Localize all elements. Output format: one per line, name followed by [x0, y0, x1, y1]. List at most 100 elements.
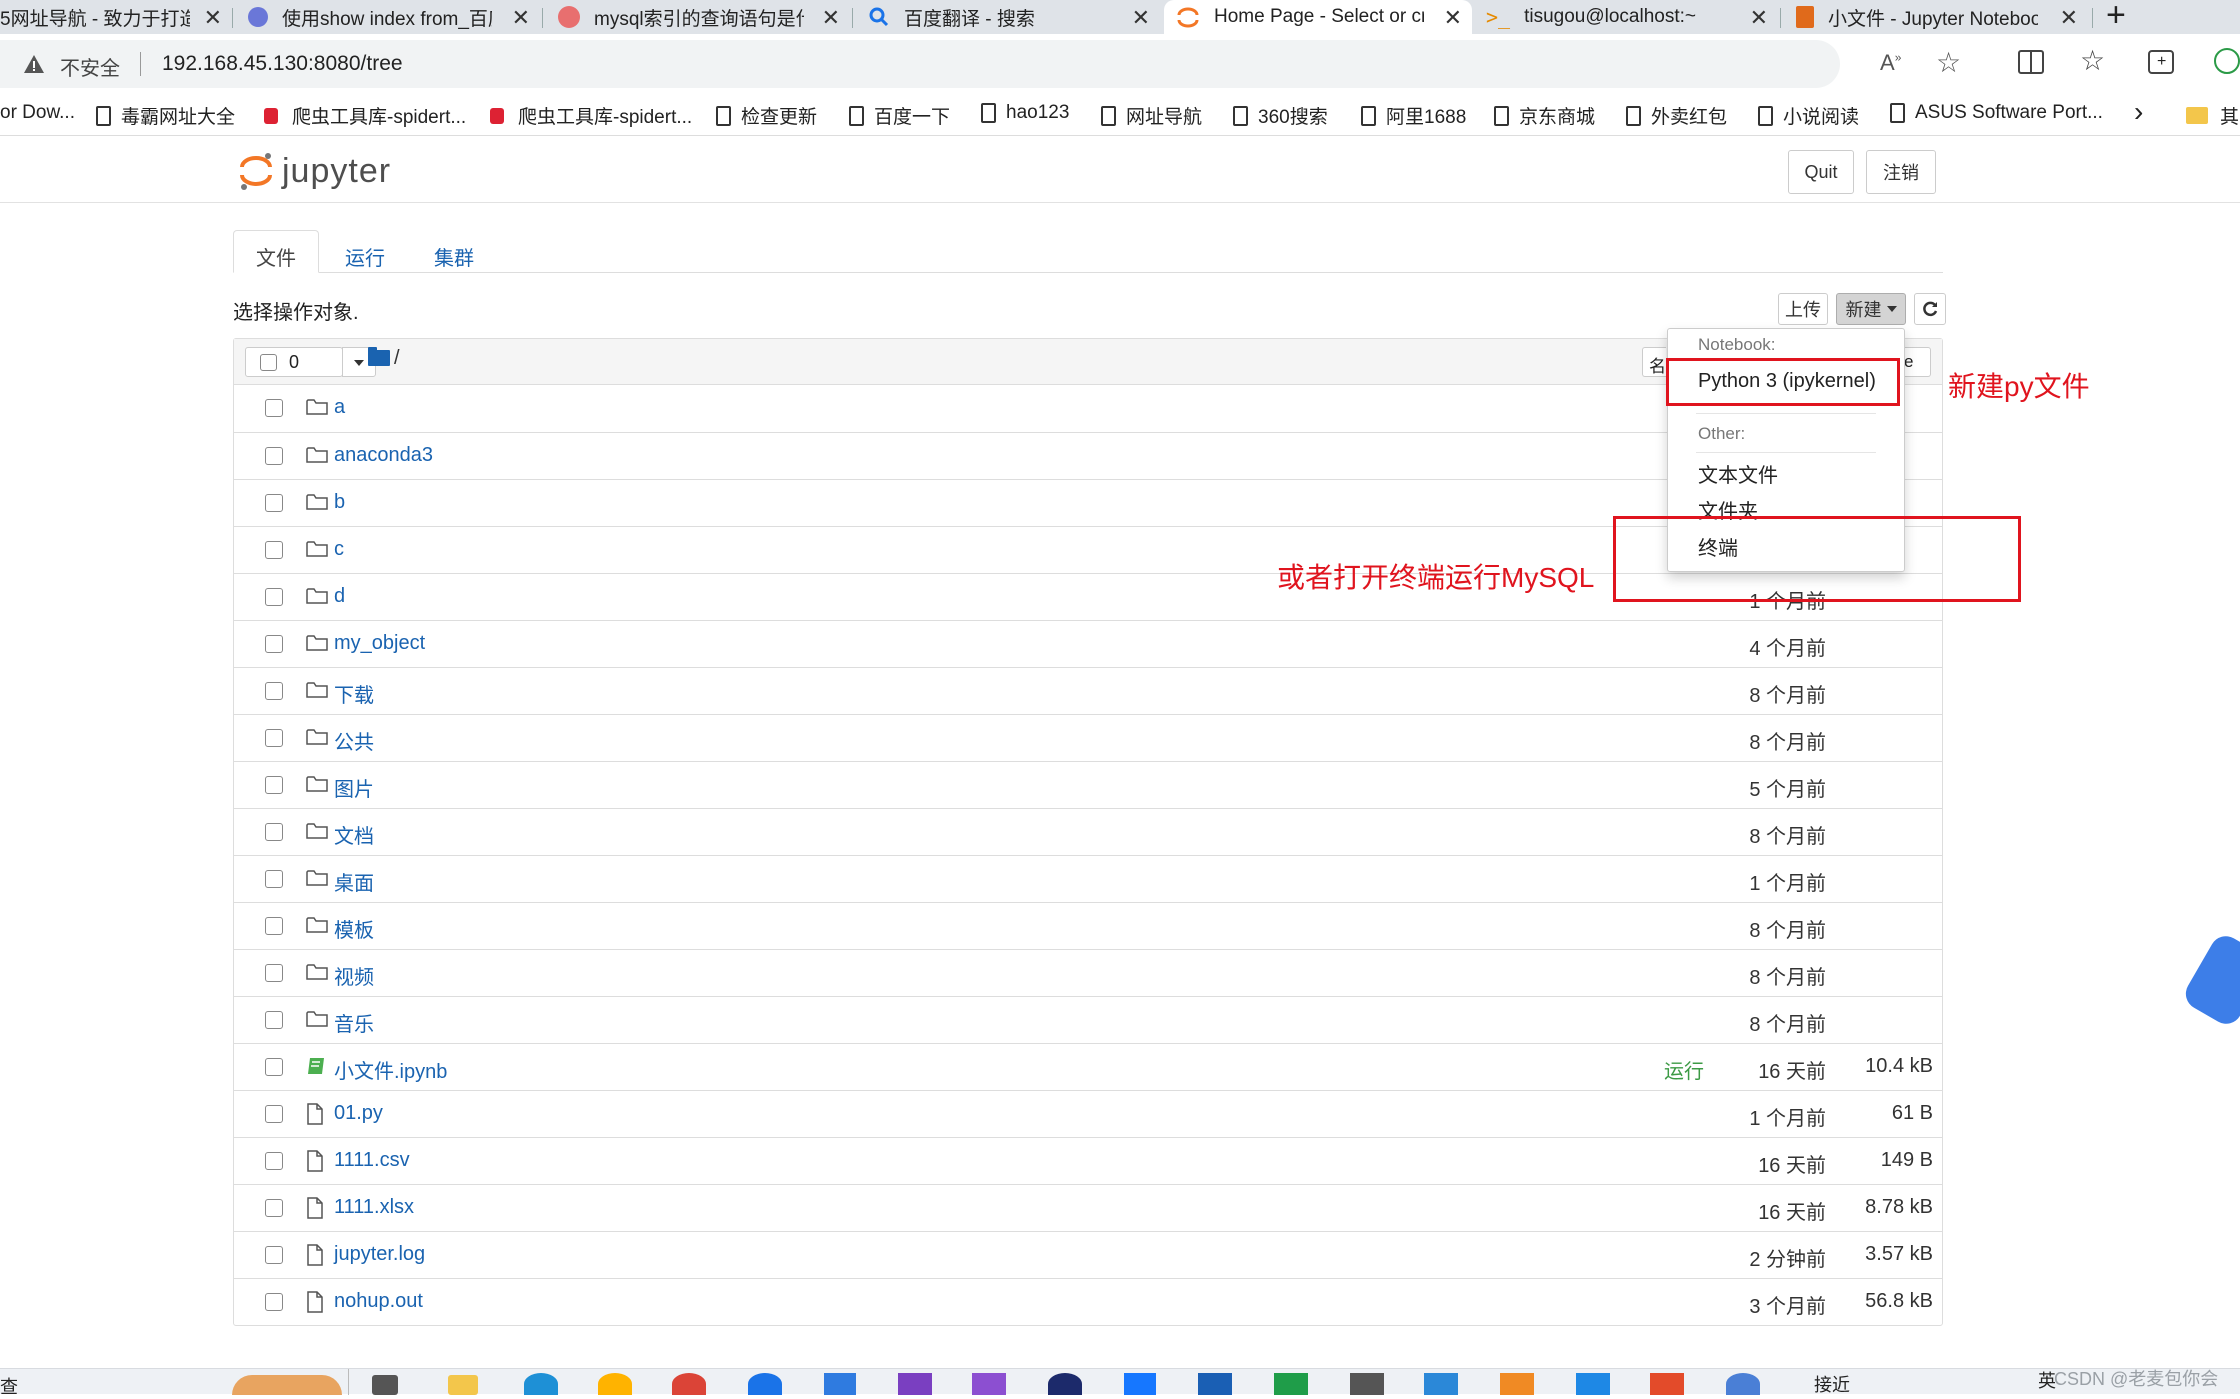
file-row[interactable]: 1111.csv 16 天前 149 B	[233, 1137, 1943, 1184]
file-name-link[interactable]: 1111.xlsx	[334, 1196, 414, 1219]
file-row[interactable]: jupyter.log 2 分钟前 3.57 kB	[233, 1231, 1943, 1278]
file-row[interactable]: 公共 8 个月前	[233, 714, 1943, 761]
browser-tab-7[interactable]: 小文件 - Jupyter Notebook ✕	[1788, 0, 2088, 34]
row-checkbox[interactable]	[265, 1058, 283, 1076]
file-row[interactable]: nohup.out 3 个月前 56.8 kB	[233, 1278, 1943, 1325]
select-all-control[interactable]: 0	[245, 347, 343, 377]
file-row[interactable]: 桌面 1 个月前	[233, 855, 1943, 902]
file-name-link[interactable]: 视频	[334, 961, 374, 990]
file-name-link[interactable]: 模板	[334, 914, 374, 943]
visual-studio-icon[interactable]	[972, 1373, 1006, 1395]
quit-button[interactable]: Quit	[1788, 150, 1854, 194]
browser-tab-6[interactable]: >_ tisugou@localhost:~ ✕	[1478, 0, 1778, 34]
sort-size-button[interactable]: e	[1901, 347, 1931, 377]
file-row[interactable]: 01.py 1 个月前 61 B	[233, 1090, 1943, 1137]
close-icon[interactable]: ✕	[1750, 5, 1768, 31]
bookmark-item[interactable]: hao123	[981, 102, 1069, 124]
row-checkbox[interactable]	[265, 635, 283, 653]
bookmark-item[interactable]: 爬虫工具库-spidert...	[490, 102, 692, 129]
row-checkbox[interactable]	[265, 1293, 283, 1311]
security-label[interactable]: 不安全	[60, 52, 120, 81]
file-name-link[interactable]: 小文件.ipynb	[334, 1055, 447, 1084]
bookmarks-more-chevron-icon[interactable]: ›	[2134, 96, 2143, 128]
tab-running[interactable]: 运行	[345, 242, 385, 271]
sort-name-button[interactable]: 名	[1642, 347, 1666, 377]
favorite-star-icon[interactable]: ☆	[1936, 46, 1961, 79]
select-all-checkbox[interactable]	[260, 354, 277, 371]
app-icon[interactable]	[1198, 1373, 1232, 1395]
file-name-link[interactable]: 01.py	[334, 1102, 383, 1125]
app-icon[interactable]	[1350, 1373, 1384, 1395]
menu-item-text-file[interactable]: 文本文件	[1698, 459, 1778, 488]
file-name-link[interactable]: a	[334, 396, 345, 419]
row-checkbox[interactable]	[265, 870, 283, 888]
upload-button[interactable]: 上传	[1778, 293, 1828, 325]
browser-tab-4[interactable]: 百度翻译 - 搜索 ✕	[860, 0, 1160, 34]
file-name-link[interactable]: 公共	[334, 726, 374, 755]
file-row[interactable]: 下载 8 个月前	[233, 667, 1943, 714]
excel-icon[interactable]	[1274, 1373, 1308, 1395]
file-name-link[interactable]: c	[334, 538, 344, 561]
favorites-icon[interactable]: ☆	[2080, 44, 2105, 77]
bookmark-item[interactable]: 外卖红包	[1626, 102, 1727, 129]
new-tab-button[interactable]: +	[2106, 0, 2126, 35]
app-icon[interactable]	[1650, 1373, 1684, 1395]
read-aloud-icon[interactable]: A»	[1880, 50, 1901, 76]
close-icon[interactable]: ✕	[1444, 5, 1462, 31]
row-checkbox[interactable]	[265, 776, 283, 794]
file-name-link[interactable]: d	[334, 585, 345, 608]
url-text[interactable]: 192.168.45.130:8080/tree	[162, 52, 403, 76]
app-icon[interactable]	[1424, 1373, 1458, 1395]
app-icon[interactable]	[824, 1373, 856, 1395]
bookmark-item[interactable]: 360搜索	[1233, 102, 1328, 129]
new-dropdown-button[interactable]: 新建	[1836, 293, 1906, 325]
file-name-link[interactable]: 图片	[334, 773, 374, 802]
bookmark-folder[interactable]: 其	[2186, 102, 2239, 129]
browser-tab-2[interactable]: 使用show index from_百度 ✕	[240, 0, 540, 34]
row-checkbox[interactable]	[265, 729, 283, 747]
file-name-link[interactable]: b	[334, 491, 345, 514]
row-checkbox[interactable]	[265, 682, 283, 700]
bookmark-item[interactable]: 检查更新	[716, 102, 817, 129]
close-icon[interactable]: ✕	[1132, 5, 1150, 31]
row-checkbox[interactable]	[265, 1246, 283, 1264]
file-row[interactable]: 模板 8 个月前	[233, 902, 1943, 949]
file-explorer-icon[interactable]	[448, 1375, 478, 1395]
taskbar-weather-text[interactable]: 接近	[1814, 1371, 1850, 1397]
row-checkbox[interactable]	[265, 494, 283, 512]
row-checkbox[interactable]	[265, 1199, 283, 1217]
taskbar-wallpaper-thumb[interactable]	[232, 1375, 342, 1395]
file-name-link[interactable]: anaconda3	[334, 444, 433, 467]
edge-icon[interactable]	[524, 1373, 558, 1395]
logout-button[interactable]: 注销	[1866, 150, 1936, 194]
tab-files[interactable]: 文件	[233, 230, 319, 273]
floating-assistant-icon[interactable]	[2180, 930, 2240, 1030]
file-name-link[interactable]: jupyter.log	[334, 1243, 425, 1266]
close-icon[interactable]: ✕	[2060, 5, 2078, 31]
bookmark-item[interactable]: 阿里1688	[1361, 102, 1466, 129]
bookmark-item[interactable]: or Dow...	[0, 102, 75, 124]
file-name-link[interactable]: 音乐	[334, 1008, 374, 1037]
bookmark-item[interactable]: 毒霸网址大全	[96, 102, 235, 129]
row-checkbox[interactable]	[265, 823, 283, 841]
file-name-link[interactable]: 1111.csv	[334, 1149, 410, 1172]
file-name-link[interactable]: 桌面	[334, 867, 374, 896]
close-icon[interactable]: ✕	[512, 5, 530, 31]
browser-tab-1[interactable]: 5网址导航 - 致力于打造 ✕	[0, 0, 232, 34]
row-checkbox[interactable]	[265, 399, 283, 417]
file-row[interactable]: 图片 5 个月前	[233, 761, 1943, 808]
breadcrumb[interactable]: /	[394, 347, 400, 370]
chrome-icon[interactable]	[672, 1373, 706, 1395]
browser-tab-5-active[interactable]: Home Page - Select or crea ✕	[1164, 0, 1472, 34]
row-checkbox[interactable]	[265, 917, 283, 935]
bookmark-item[interactable]: 百度一下	[849, 102, 950, 129]
file-row[interactable]: 1111.xlsx 16 天前 8.78 kB	[233, 1184, 1943, 1231]
tab-clusters[interactable]: 集群	[434, 242, 474, 271]
file-row[interactable]: 文档 8 个月前	[233, 808, 1943, 855]
collections-icon[interactable]: +	[2148, 50, 2174, 74]
row-checkbox[interactable]	[265, 964, 283, 982]
url-box[interactable]: 不安全 192.168.45.130:8080/tree A» ☆	[0, 40, 1961, 88]
row-checkbox[interactable]	[265, 1105, 283, 1123]
row-checkbox[interactable]	[265, 1011, 283, 1029]
row-checkbox[interactable]	[265, 588, 283, 606]
